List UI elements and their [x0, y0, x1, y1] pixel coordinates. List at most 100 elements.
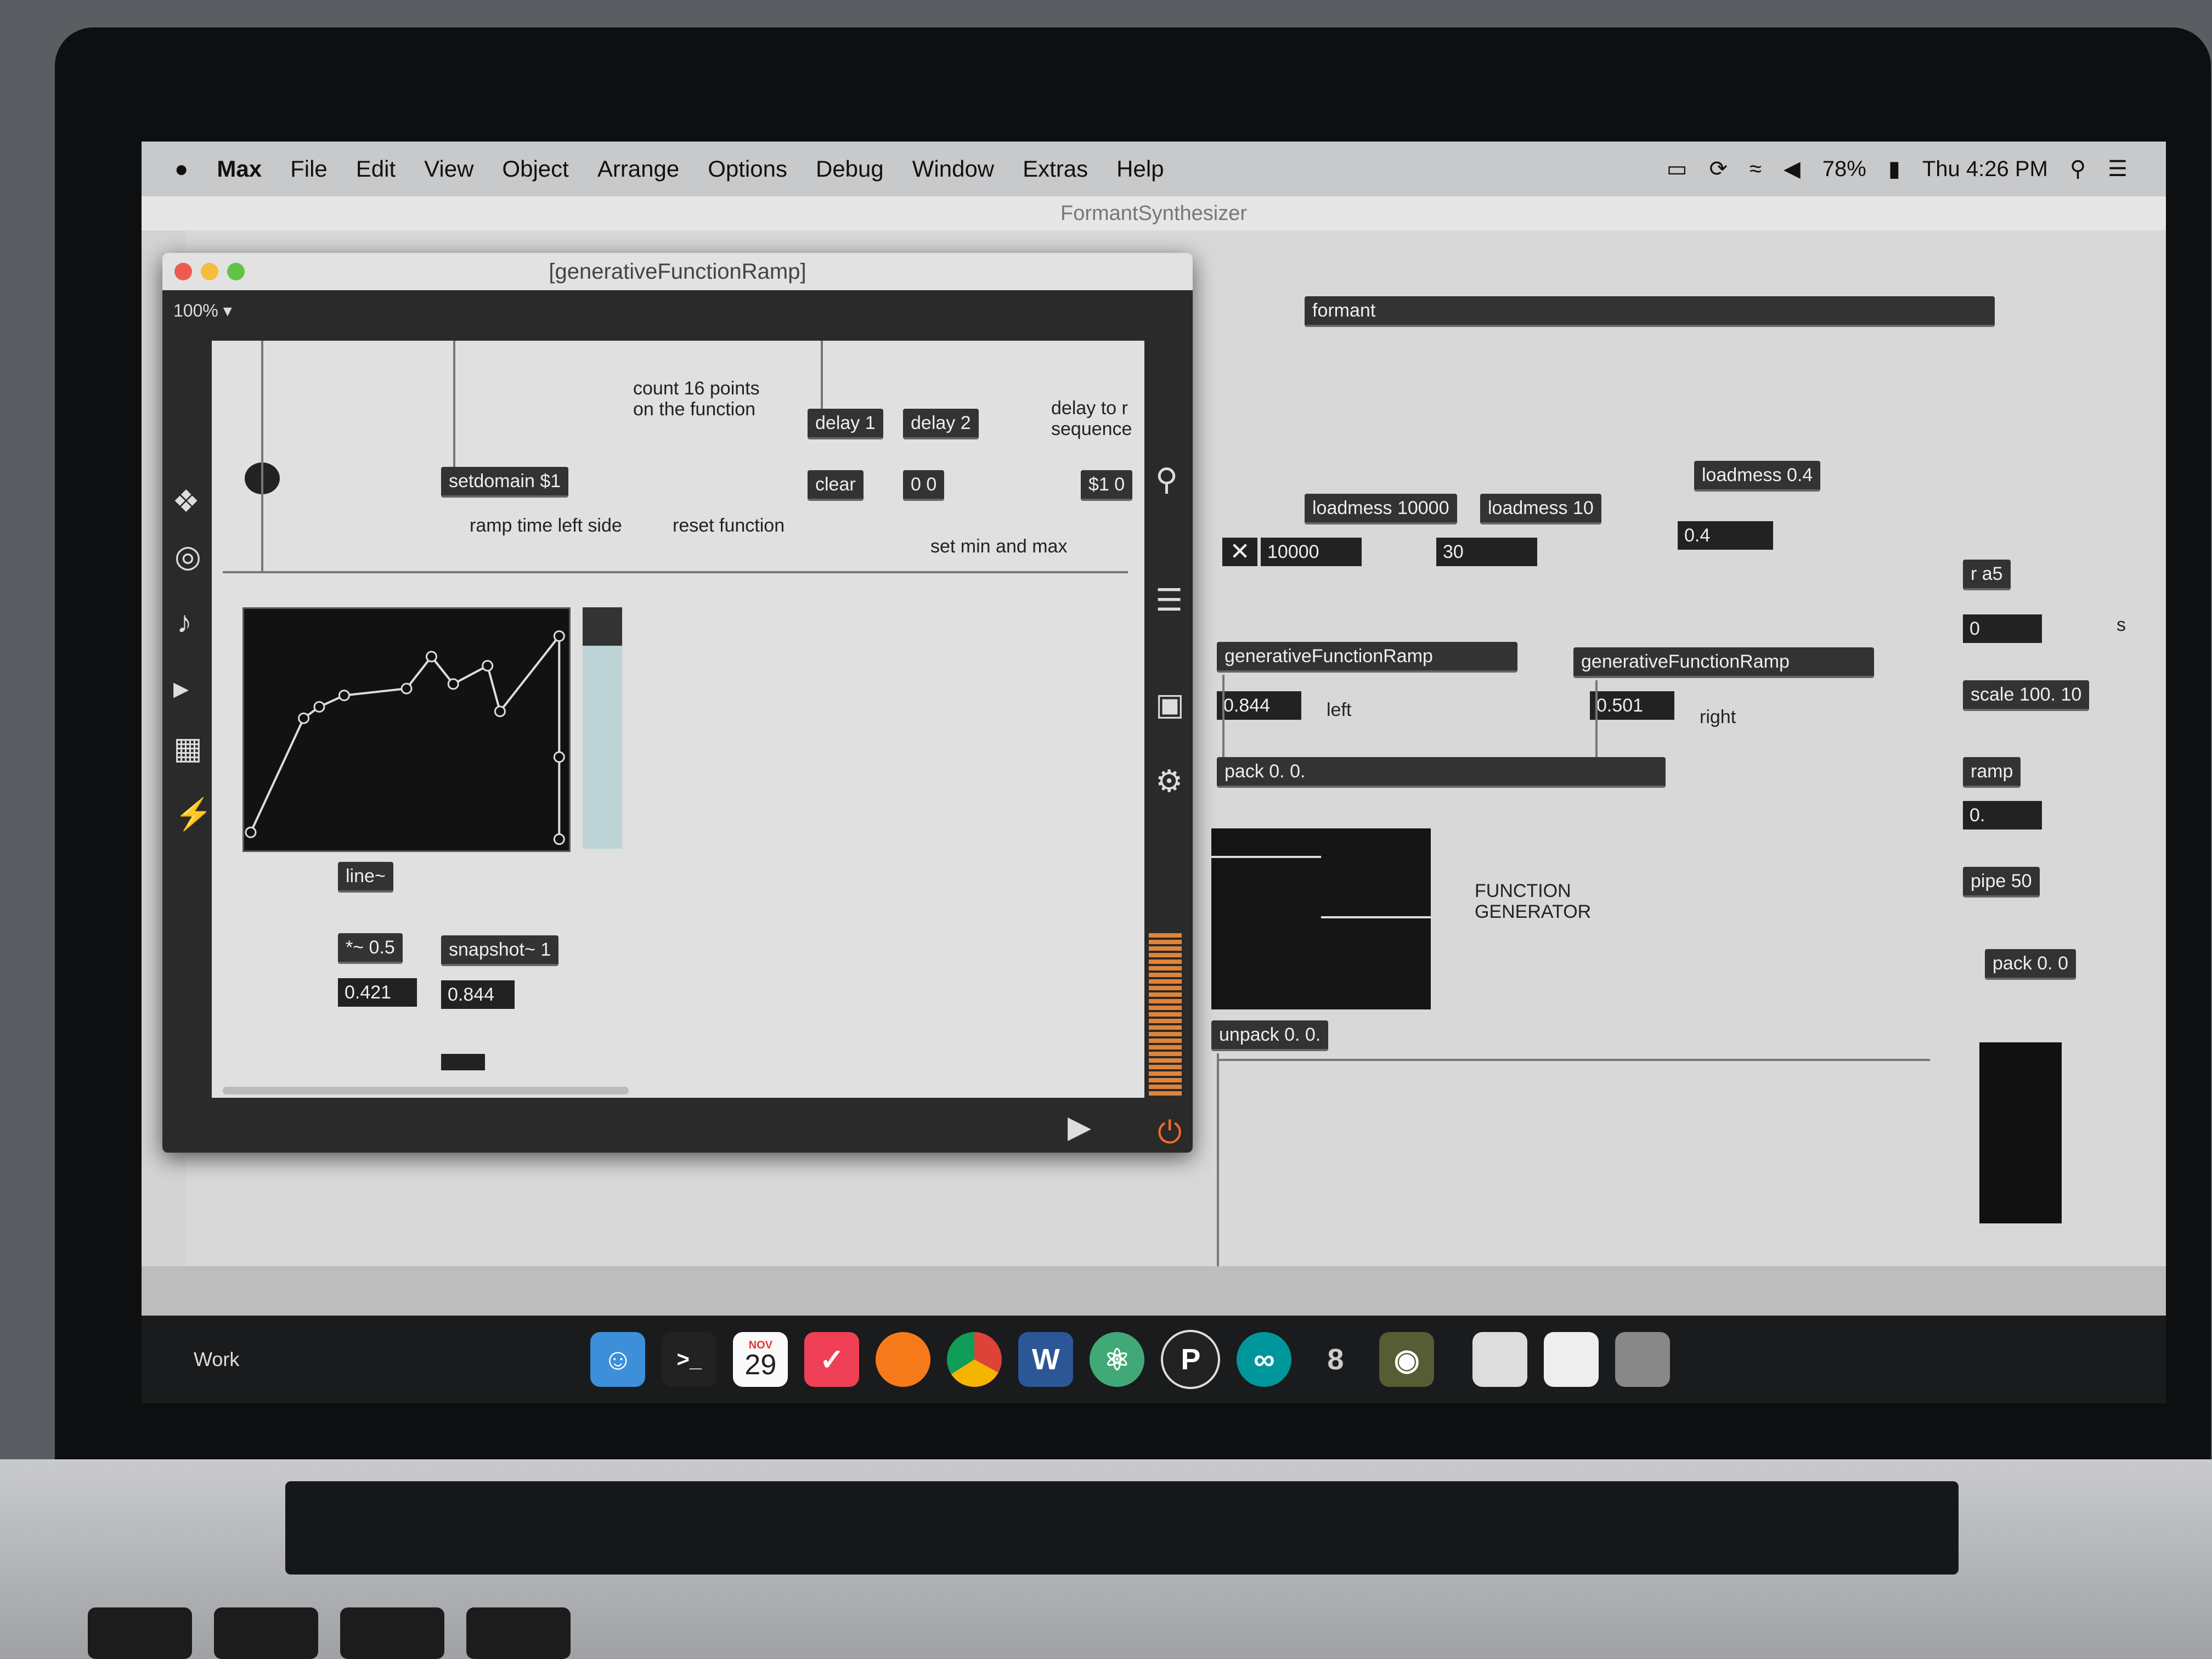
loadmess-04[interactable]: loadmess 0.4	[1694, 461, 1821, 492]
gfr-right-object[interactable]: generativeFunctionRamp	[1573, 647, 1874, 678]
function-point[interactable]	[400, 682, 413, 695]
plug-icon[interactable]: ⚡	[174, 796, 213, 832]
number-04[interactable]: 0.4	[1678, 521, 1773, 550]
camera-icon[interactable]: ▣	[1155, 686, 1184, 723]
line-object[interactable]: line~	[338, 862, 393, 893]
formant-object[interactable]: formant	[1305, 296, 1995, 327]
snapshot-object[interactable]: snapshot~ 1	[441, 935, 559, 966]
loadmess-10[interactable]: loadmess 10	[1480, 494, 1601, 524]
outlet[interactable]	[441, 1054, 485, 1070]
play-icon[interactable]: ▶	[1068, 1109, 1091, 1145]
menu-debug[interactable]: Debug	[816, 156, 884, 182]
search-icon[interactable]: ⚲	[1155, 461, 1178, 498]
calendar-icon[interactable]: NOV 29	[733, 1332, 788, 1387]
function-point[interactable]	[425, 651, 437, 663]
menu-object[interactable]: Object	[502, 156, 568, 182]
function-point[interactable]	[553, 630, 565, 642]
word-icon[interactable]: W	[1018, 1332, 1074, 1387]
search-icon[interactable]: ⚲	[2070, 156, 2086, 182]
zero-message[interactable]: 0 0	[903, 470, 945, 501]
clock[interactable]: Thu 4:26 PM	[1922, 157, 2048, 182]
subpatcher-window[interactable]: [generativeFunctionRamp] 100% ▾ ❖ ◎ ♪ ▸ …	[162, 253, 1193, 1153]
pack2-object[interactable]: pack 0. 0	[1985, 949, 2076, 980]
menu-edit[interactable]: Edit	[356, 156, 396, 182]
setdomain-message[interactable]: setdomain $1	[441, 467, 569, 498]
dollar-message[interactable]: $1 0	[1081, 470, 1133, 501]
function-point[interactable]	[553, 833, 565, 845]
music-note-icon[interactable]: ♪	[177, 604, 192, 640]
image-icon[interactable]: ▦	[173, 730, 202, 766]
signal-number[interactable]: 0.421	[338, 978, 417, 1007]
function-point[interactable]	[298, 712, 310, 724]
list-icon[interactable]: ☰	[1155, 582, 1183, 618]
display-icon[interactable]: ▭	[1667, 156, 1688, 182]
mixer-icon[interactable]: ⚙	[1155, 763, 1183, 799]
documents-icon[interactable]	[1472, 1332, 1528, 1387]
pocket-icon[interactable]: ✓	[804, 1332, 860, 1387]
atom-icon[interactable]: ⚛	[1090, 1332, 1145, 1387]
number-10000[interactable]: 10000	[1261, 538, 1362, 566]
menu-help[interactable]: Help	[1116, 156, 1164, 182]
minimize-button[interactable]	[201, 263, 218, 280]
number-float[interactable]: 0.	[1963, 801, 2042, 830]
value-left[interactable]: 0.844	[1217, 691, 1301, 720]
pack-object[interactable]: pack 0. 0.	[1217, 757, 1666, 788]
chrome-icon[interactable]	[947, 1332, 1002, 1387]
ramp-object[interactable]: ramp	[1963, 757, 2021, 788]
function-editor[interactable]	[242, 607, 571, 852]
multiply-object[interactable]: *~ 0.5	[338, 933, 403, 964]
menu-window[interactable]: Window	[912, 156, 994, 182]
target-icon[interactable]: ◎	[174, 538, 201, 574]
p-app-icon[interactable]: P	[1161, 1330, 1221, 1389]
menu-extras[interactable]: Extras	[1023, 156, 1088, 182]
pipe-object[interactable]: pipe 50	[1963, 867, 2040, 898]
gfr-left-object[interactable]: generativeFunctionRamp	[1217, 642, 1517, 673]
battery-icon[interactable]: ▮	[1888, 156, 1900, 182]
arduino-icon[interactable]: ∞	[1237, 1332, 1292, 1387]
number-zero[interactable]: 0	[1963, 614, 2042, 643]
delay2-object[interactable]: delay 2	[903, 409, 979, 439]
function-point[interactable]	[313, 701, 325, 713]
power-icon[interactable]: ⏻	[1158, 1114, 1182, 1151]
function-generator-display[interactable]	[1211, 828, 1431, 1009]
preview-icon[interactable]	[1544, 1332, 1599, 1387]
trash-icon[interactable]	[1615, 1332, 1671, 1387]
eight-app-icon[interactable]: 8	[1308, 1332, 1363, 1387]
zoom-button[interactable]	[227, 263, 245, 280]
notification-icon[interactable]: ☰	[2108, 156, 2128, 182]
receive-a5[interactable]: r a5	[1963, 560, 2011, 590]
horizontal-scrollbar[interactable]	[223, 1087, 629, 1094]
subpatch-canvas[interactable]: count 16 points on the function delay 1 …	[212, 341, 1144, 1098]
close-button[interactable]	[174, 263, 192, 280]
vertical-slider[interactable]	[583, 607, 622, 849]
toggle-x-button[interactable]: ✕	[1222, 538, 1257, 566]
wifi-icon[interactable]: ≈	[1750, 157, 1762, 182]
function-point[interactable]	[447, 678, 459, 690]
apple-menu-icon[interactable]: ●	[174, 156, 188, 182]
delay1-object[interactable]: delay 1	[808, 409, 883, 439]
function-point[interactable]	[494, 706, 506, 718]
clear-message[interactable]: clear	[808, 470, 864, 501]
objects-icon[interactable]: ❖	[172, 483, 200, 520]
number-30[interactable]: 30	[1436, 538, 1537, 566]
menu-options[interactable]: Options	[708, 156, 787, 182]
menu-arrange[interactable]: Arrange	[597, 156, 679, 182]
function-point[interactable]	[338, 690, 350, 702]
firefox-icon[interactable]	[876, 1332, 931, 1387]
finder-icon[interactable]: ☺	[590, 1332, 646, 1387]
menu-view[interactable]: View	[424, 156, 473, 182]
function-point[interactable]	[553, 751, 565, 763]
slider-knob[interactable]	[583, 607, 622, 646]
function-point[interactable]	[482, 660, 494, 672]
snapshot-number[interactable]: 0.844	[441, 980, 515, 1009]
max-icon[interactable]: ◉	[1379, 1332, 1435, 1387]
loadmess-10000[interactable]: loadmess 10000	[1305, 494, 1457, 524]
volume-icon[interactable]: ◀	[1784, 156, 1801, 182]
play-marker-icon[interactable]: ▸	[173, 670, 189, 706]
terminal-icon[interactable]: >_	[662, 1332, 717, 1387]
scale-object[interactable]: scale 100. 10	[1963, 680, 2090, 711]
menu-app[interactable]: Max	[217, 156, 262, 182]
function-point[interactable]	[245, 826, 257, 838]
value-right[interactable]: 0.501	[1590, 691, 1674, 720]
menu-file[interactable]: File	[290, 156, 328, 182]
